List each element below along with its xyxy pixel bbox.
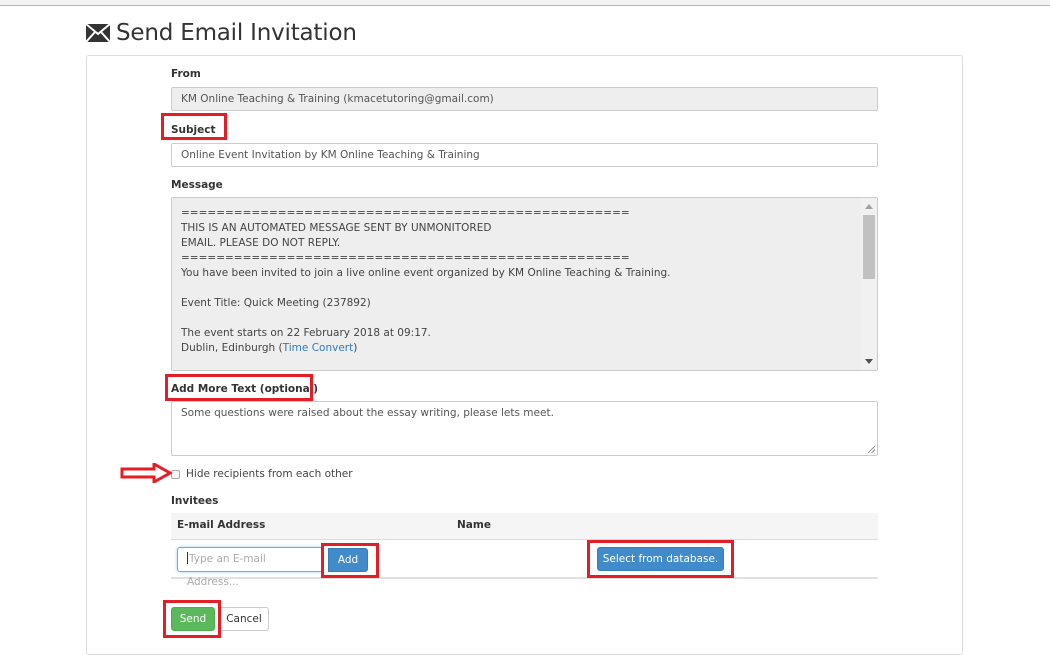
- hide-recipients-checkbox[interactable]: [171, 470, 180, 479]
- select-from-database-button[interactable]: Select from database.: [597, 547, 724, 571]
- page-title: Send Email Invitation: [86, 20, 357, 46]
- message-scrollbar[interactable]: [861, 198, 877, 370]
- resize-grip-icon[interactable]: [868, 446, 875, 453]
- page-title-text: Send Email Invitation: [116, 20, 357, 46]
- send-button[interactable]: Send: [171, 607, 215, 631]
- add-text-label: Add More Text (optional): [171, 383, 319, 395]
- add-button[interactable]: Add: [328, 548, 368, 572]
- from-label: From: [171, 68, 201, 80]
- time-convert-link[interactable]: Time Convert: [283, 342, 354, 354]
- column-email: E-mail Address: [177, 519, 266, 531]
- hide-recipients-label[interactable]: Hide recipients from each other: [186, 468, 353, 480]
- scroll-thumb[interactable]: [863, 215, 875, 279]
- from-field: KM Online Teaching & Training (kmacetuto…: [171, 87, 878, 111]
- column-name: Name: [457, 519, 491, 531]
- invitees-input-row: Type an E-mail Address... Add Select fro…: [171, 540, 878, 588]
- email-input[interactable]: Type an E-mail Address...: [177, 547, 322, 588]
- message-field[interactable]: ========================================…: [171, 197, 878, 371]
- subject-label: Subject: [171, 124, 216, 136]
- add-text-field[interactable]: Some questions were raised about the ess…: [171, 401, 878, 456]
- subject-field[interactable]: Online Event Invitation by KM Online Tea…: [171, 143, 878, 167]
- annotation-arrow-icon: [120, 463, 172, 483]
- invitees-label: Invitees: [171, 495, 219, 507]
- cancel-button[interactable]: Cancel: [219, 607, 269, 631]
- add-text-value: Some questions were raised about the ess…: [181, 407, 554, 419]
- envelope-icon: [86, 24, 110, 42]
- invitees-table-header: E-mail Address Name: [171, 513, 878, 540]
- scroll-down-arrow-icon[interactable]: [865, 359, 873, 364]
- message-text: ========================================…: [181, 207, 671, 354]
- message-label: Message: [171, 179, 223, 191]
- scroll-up-arrow-icon[interactable]: [865, 204, 873, 209]
- browser-top-bar: [0, 0, 1050, 6]
